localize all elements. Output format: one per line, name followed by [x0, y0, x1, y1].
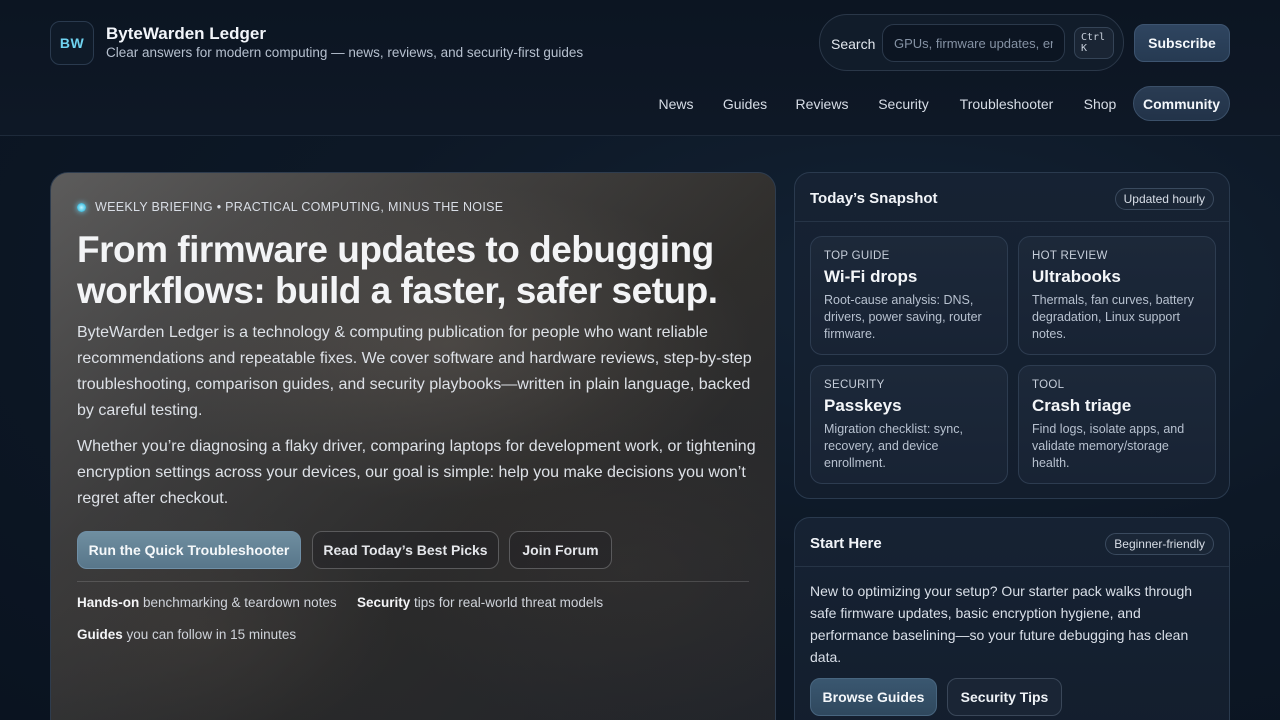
feature-label: Security — [357, 595, 411, 610]
hero-description: Whether you’re diagnosing a flaky driver… — [77, 438, 756, 507]
tile-title: Passkeys — [824, 396, 902, 415]
updated-badge: Updated hourly — [1114, 188, 1214, 210]
subscribe-button[interactable]: Subscribe — [1134, 24, 1230, 62]
best-picks-button[interactable]: Read Today’s Best Picks — [312, 531, 499, 569]
tile-hot-review[interactable]: HOT REVIEW Ultrabooks Thermals, fan curv… — [1018, 236, 1216, 355]
nav-troubleshooter[interactable]: Troubleshooter — [950, 86, 1063, 121]
panel-divider — [795, 221, 1229, 222]
live-dot-icon — [77, 203, 86, 212]
feature-label: Hands-on — [77, 595, 140, 610]
hero-intro: ByteWarden Ledger is a technology & comp… — [77, 324, 752, 419]
tile-title: Wi-Fi drops — [824, 267, 918, 286]
tile-top-guide[interactable]: TOP GUIDE Wi-Fi drops Root-cause analysi… — [810, 236, 1008, 355]
snapshot-panel: Today’s Snapshot Updated hourly TOP GUID… — [794, 172, 1230, 499]
quick-troubleshooter-button[interactable]: Run the Quick Troubleshooter — [77, 531, 301, 569]
tile-title: Crash triage — [1032, 396, 1132, 415]
start-here-panel: Start Here Beginner-friendly New to opti… — [794, 517, 1230, 720]
browse-guides-button[interactable]: Browse Guides — [810, 678, 937, 716]
tile-text: Migration checklist: sync, recovery, and… — [824, 422, 963, 470]
nav-community[interactable]: Community — [1133, 86, 1230, 121]
site-header: BW ByteWarden Ledger Clear answers for m… — [0, 0, 1280, 136]
start-here-text: New to optimizing your setup? Our starte… — [810, 583, 1193, 665]
tile-text: Thermals, fan curves, battery degradatio… — [1032, 293, 1194, 341]
brand-logo[interactable]: BW — [50, 21, 94, 65]
brand-tagline: Clear answers for modern computing — new… — [106, 45, 584, 60]
nav-guides[interactable]: Guides — [714, 86, 776, 121]
tile-text: Find logs, isolate apps, and validate me… — [1032, 422, 1185, 470]
tile-text: Root-cause analysis: DNS, drivers, power… — [824, 293, 982, 341]
feature-text: tips for real-world threat models — [410, 595, 604, 610]
tile-kicker: TOP GUIDE — [824, 250, 890, 262]
search-label: Search — [831, 36, 876, 52]
tile-security[interactable]: SECURITY Passkeys Migration checklist: s… — [810, 365, 1008, 484]
nav-shop[interactable]: Shop — [1074, 86, 1126, 121]
hero-card: WEEKLY BRIEFING • PRACTICAL COMPUTING, M… — [50, 172, 776, 720]
hero-divider — [77, 581, 749, 582]
main-nav: News Guides Reviews Security Troubleshoo… — [0, 86, 1280, 121]
tile-kicker: SECURITY — [824, 379, 885, 391]
nav-reviews[interactable]: Reviews — [787, 86, 857, 121]
beginner-badge: Beginner-friendly — [1105, 533, 1214, 555]
panel-divider — [795, 566, 1229, 567]
snapshot-title: Today’s Snapshot — [810, 190, 938, 207]
search-shortcut-hint: Ctrl K — [1074, 27, 1114, 59]
tile-kicker: HOT REVIEW — [1032, 250, 1108, 262]
join-forum-button[interactable]: Join Forum — [509, 531, 612, 569]
brand-title[interactable]: ByteWarden Ledger — [106, 24, 266, 44]
start-here-title: Start Here — [810, 535, 882, 552]
nav-news[interactable]: News — [649, 86, 703, 121]
hero-eyebrow: WEEKLY BRIEFING • PRACTICAL COMPUTING, M… — [95, 200, 504, 214]
nav-security[interactable]: Security — [868, 86, 939, 121]
search-input[interactable] — [882, 24, 1065, 62]
feature-text: benchmarking & teardown notes — [139, 595, 337, 610]
feature-security: Security tips for real-world threat mode… — [357, 595, 603, 610]
feature-text: you can follow in 15 minutes — [122, 627, 297, 642]
security-tips-button[interactable]: Security Tips — [947, 678, 1062, 716]
feature-hands-on: Hands-on benchmarking & teardown notes — [77, 595, 337, 610]
hero-title: From firmware updates to debugging workf… — [77, 229, 718, 311]
feature-label: Guides — [77, 627, 123, 642]
tile-tool[interactable]: TOOL Crash triage Find logs, isolate app… — [1018, 365, 1216, 484]
feature-guides: Guides you can follow in 15 minutes — [77, 627, 296, 642]
tile-kicker: TOOL — [1032, 379, 1065, 391]
tile-title: Ultrabooks — [1032, 267, 1121, 286]
search-bar: Search Ctrl K — [819, 14, 1124, 71]
